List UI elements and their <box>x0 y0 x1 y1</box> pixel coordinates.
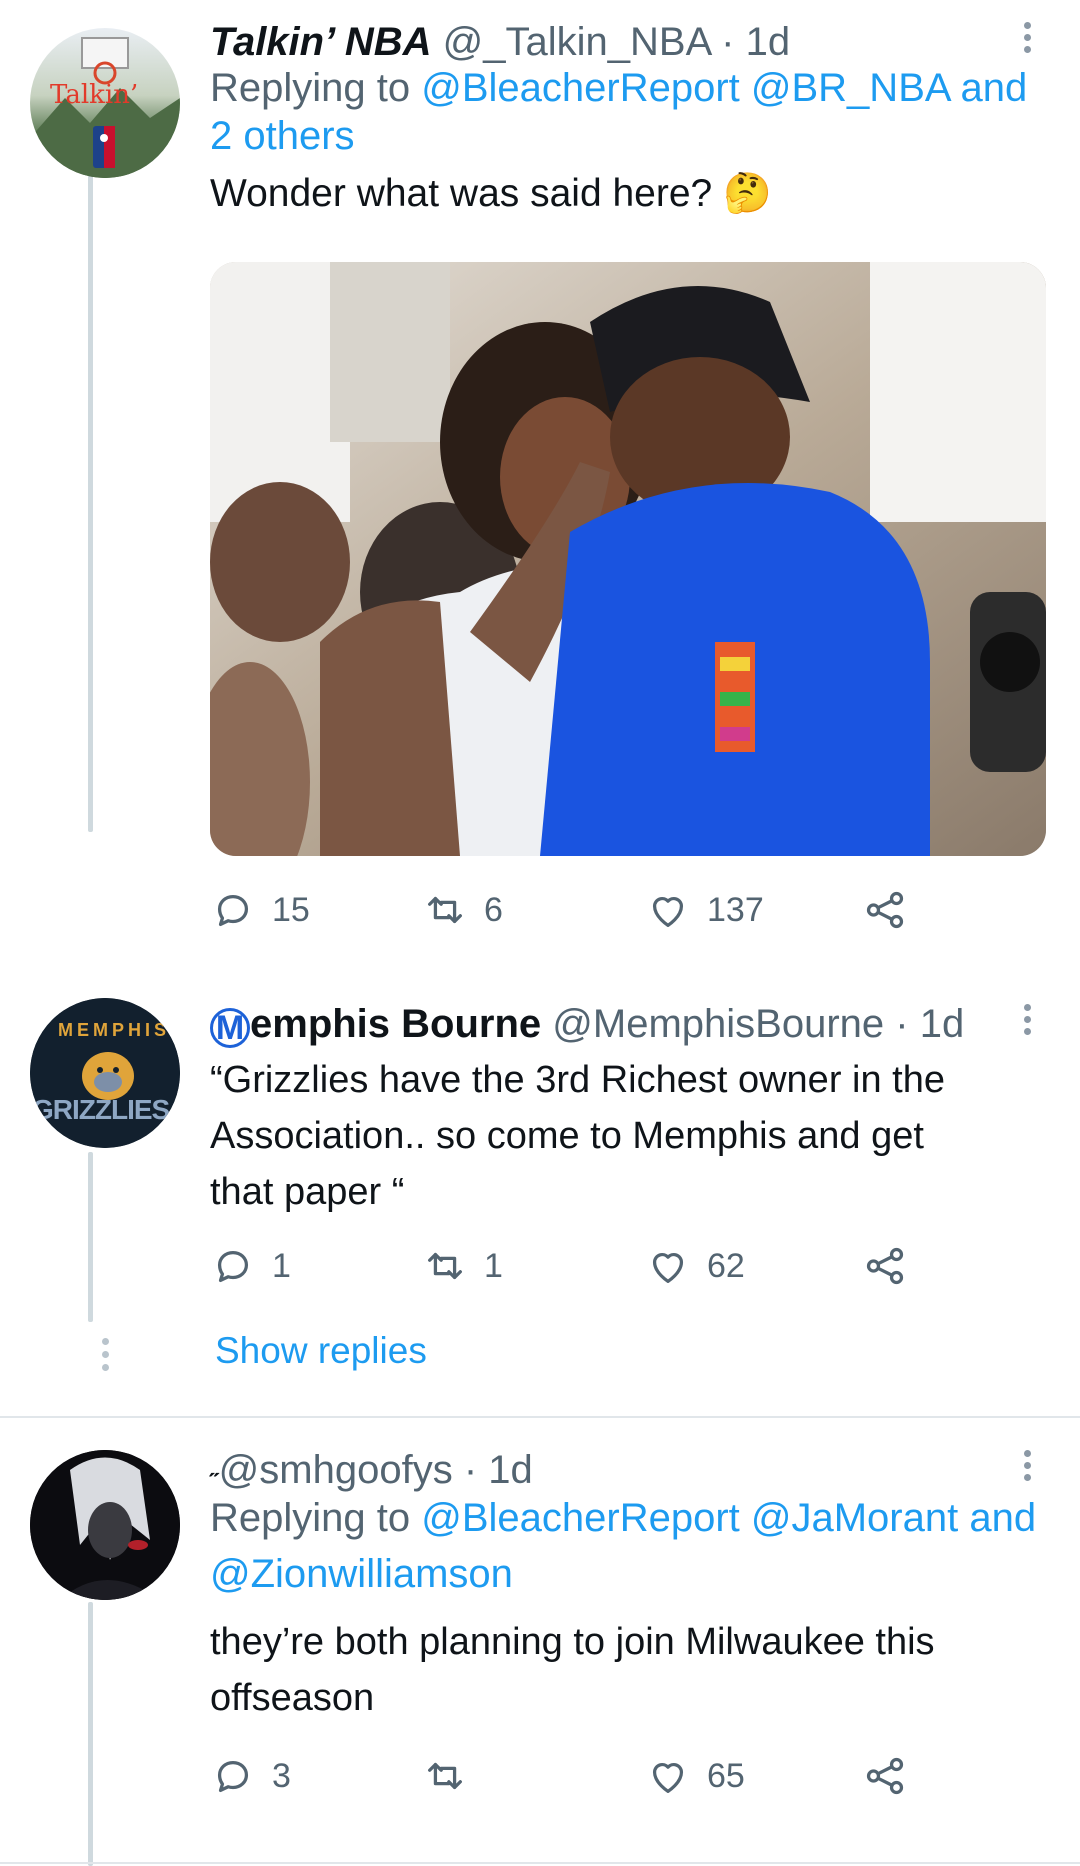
tweet-actions: 15 6 137 <box>210 880 930 940</box>
like-icon <box>652 896 684 927</box>
avatar-label: Talkin’ <box>50 80 139 110</box>
reply-count: 3 <box>272 1756 291 1795</box>
reply-icon <box>217 1760 249 1793</box>
retweet-count: 6 <box>484 890 503 929</box>
retweet-icon <box>428 1762 462 1790</box>
thinking-emoji: 🤔 <box>723 172 772 215</box>
like-icon <box>652 1252 684 1283</box>
timestamp[interactable]: · 1d <box>464 1448 533 1492</box>
tweet-actions: 3 65 <box>210 1746 930 1806</box>
tweet-text-line: that paper “ <box>210 1171 405 1213</box>
share-button[interactable] <box>862 1236 924 1296</box>
tweet-text-line: Association.. so come to Memphis and get <box>210 1115 924 1157</box>
thread-line <box>88 1152 93 1322</box>
share-icon <box>866 891 904 929</box>
user-handle[interactable]: @MemphisBourne <box>552 1002 884 1046</box>
tweet-text: “Grizzlies have the 3rd Richest owner in… <box>210 1052 945 1220</box>
divider <box>0 1416 1080 1418</box>
avatar-top-text: MEMPHIS <box>58 1020 171 1040</box>
divider <box>0 1862 1080 1864</box>
thread-line <box>88 1602 93 1866</box>
replying-to: Replying to @BleacherReport @BR_NBA and <box>210 64 1027 112</box>
display-name[interactable]: Talkin’ NBA <box>210 20 432 64</box>
tweet-header: Talkin’ NBA @_Talkin_NBA · 1d <box>210 18 790 66</box>
timestamp[interactable]: · 1d <box>721 20 790 64</box>
user-handle[interactable]: @_Talkin_NBA <box>443 20 710 64</box>
retweet-button[interactable] <box>422 1746 484 1806</box>
tweet-text: they’re both planning to join Milwaukee … <box>210 1614 935 1726</box>
like-count: 62 <box>707 1246 745 1285</box>
replying-mentions[interactable]: @BleacherReport @JaMorant and <box>421 1496 1036 1540</box>
more-icon[interactable] <box>1020 1000 1034 1046</box>
tweet-actions: 1 1 62 <box>210 1236 930 1296</box>
avatar[interactable]: MEMPHIS GRIZZLIES <box>30 998 180 1148</box>
tweet-text: Wonder what was said here? 🤔 <box>210 166 772 222</box>
show-replies-link[interactable]: Show replies <box>215 1330 427 1372</box>
share-icon <box>866 1757 904 1795</box>
like-count: 65 <box>707 1756 745 1795</box>
tweet-header: Memphis Bourne @MemphisBourne · 1d <box>210 1000 964 1048</box>
timestamp[interactable]: · 1d <box>895 1002 964 1046</box>
more-icon[interactable] <box>1020 1446 1034 1492</box>
share-icon <box>866 1247 904 1285</box>
like-button[interactable]: 137 <box>645 880 764 940</box>
share-button[interactable] <box>862 880 924 940</box>
replying-prefix: Replying to <box>210 66 422 110</box>
retweet-icon <box>428 896 462 924</box>
like-button[interactable]: 65 <box>645 1746 745 1806</box>
user-handle[interactable]: @smhgoofys <box>219 1448 453 1492</box>
reply-icon <box>217 1250 249 1283</box>
avatar[interactable]: Talkin’ <box>30 28 180 178</box>
display-name[interactable]: ˶ <box>210 1455 219 1485</box>
thread-line <box>88 152 93 832</box>
like-count: 137 <box>707 890 764 929</box>
share-button[interactable] <box>862 1746 924 1806</box>
tweet-text-line: offseason <box>210 1677 375 1719</box>
reply-count: 15 <box>272 890 310 929</box>
replying-mention[interactable]: @Zionwilliamson <box>210 1550 513 1598</box>
like-icon <box>652 1762 684 1793</box>
replying-others[interactable]: 2 others <box>210 112 355 160</box>
display-name[interactable]: emphis Bourne <box>250 1002 541 1046</box>
replying-mentions[interactable]: @BleacherReport @BR_NBA and <box>421 66 1027 110</box>
tweet-text-line: “Grizzlies have the 3rd Richest owner in… <box>210 1059 945 1101</box>
avatar-image <box>30 1450 180 1600</box>
tweet-text-line: they’re both planning to join Milwaukee … <box>210 1621 935 1663</box>
reply-button[interactable]: 3 <box>210 1746 291 1806</box>
retweet-button[interactable]: 6 <box>422 880 503 940</box>
retweet-count: 1 <box>484 1246 503 1285</box>
replying-prefix: Replying to <box>210 1496 422 1540</box>
reply-button[interactable]: 15 <box>210 880 310 940</box>
avatar-bottom-text: GRIZZLIES <box>32 1094 170 1125</box>
photo-illustration <box>210 262 1046 856</box>
thread-gap-dots <box>102 1338 109 1377</box>
more-icon[interactable] <box>1020 18 1034 64</box>
reply-icon <box>217 894 249 927</box>
tweet-photo[interactable] <box>210 262 1046 856</box>
reply-button[interactable]: 1 <box>210 1236 291 1296</box>
avatar[interactable] <box>30 1450 180 1600</box>
name-initial-badge: M <box>210 1008 250 1048</box>
reply-count: 1 <box>272 1246 291 1285</box>
tweet-header: ˶@smhgoofys · 1d <box>210 1446 533 1494</box>
like-button[interactable]: 62 <box>645 1236 745 1296</box>
retweet-icon <box>428 1252 462 1280</box>
replying-to: Replying to @BleacherReport @JaMorant an… <box>210 1494 1036 1542</box>
tweet-text-content: Wonder what was said here? <box>210 172 713 215</box>
retweet-button[interactable]: 1 <box>422 1236 503 1296</box>
